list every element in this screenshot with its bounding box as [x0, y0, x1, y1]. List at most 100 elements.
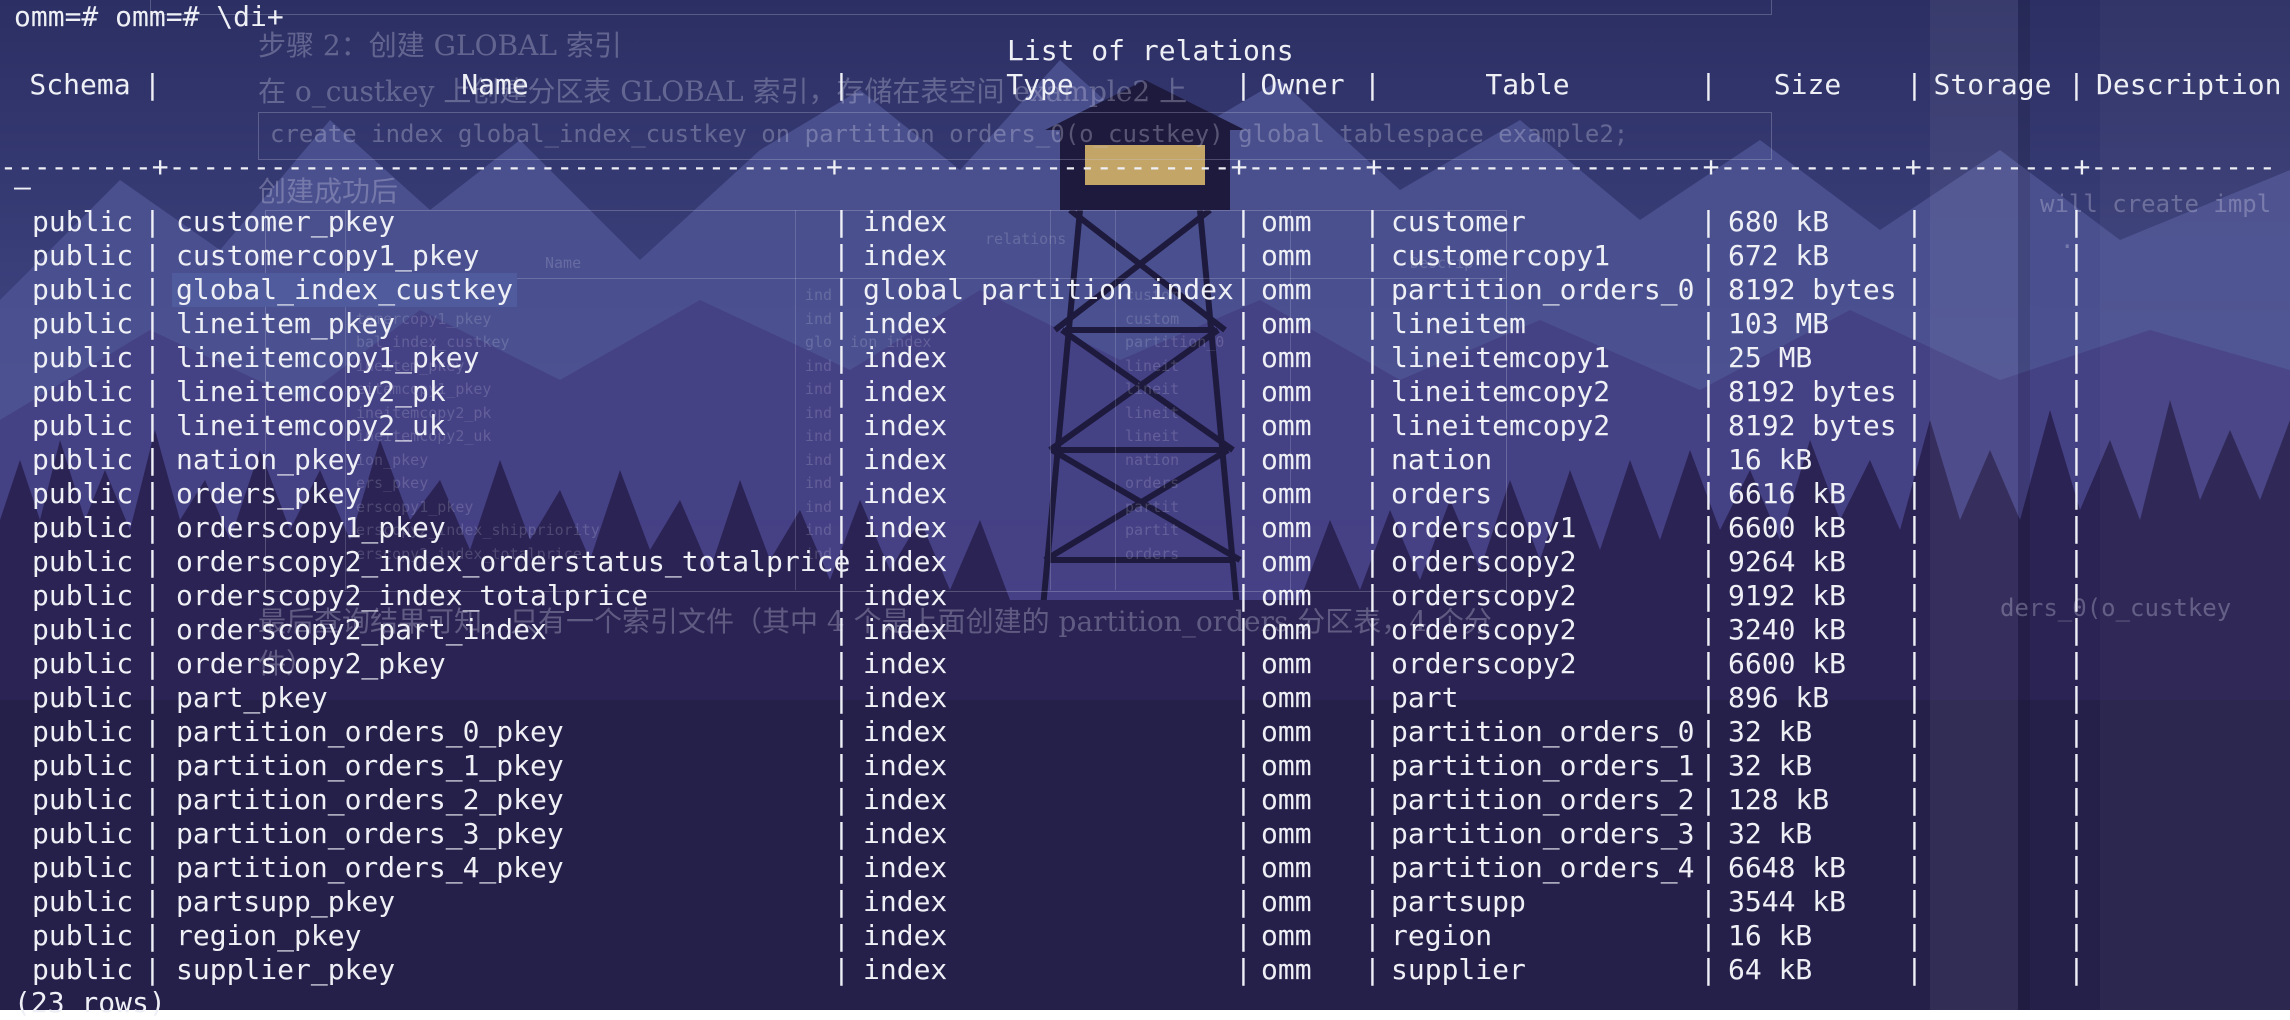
- header-separator: |: [144, 68, 161, 101]
- cell-size: 16 kB: [1728, 443, 1813, 476]
- column-separator: |: [1906, 953, 1923, 986]
- column-separator: |: [144, 205, 161, 238]
- table-row: public orderscopy2_index_orderstatus_tota…: [0, 545, 2290, 579]
- cell-size: 32 kB: [1728, 715, 1813, 748]
- cell-table: supplier: [1391, 953, 1526, 986]
- column-separator: |: [833, 647, 850, 680]
- cell-size: 25 MB: [1728, 341, 1813, 374]
- cell-owner: omm: [1261, 681, 1312, 714]
- cell-type: index: [863, 715, 948, 748]
- column-separator: |: [2068, 885, 2085, 918]
- column-separator: |: [833, 273, 850, 306]
- column-separator: |: [1235, 851, 1252, 884]
- column-separator: |: [2068, 273, 2085, 306]
- column-separator: |: [1906, 851, 1923, 884]
- column-separator: |: [1700, 885, 1717, 918]
- column-separator: |: [1235, 477, 1252, 510]
- column-separator: |: [833, 375, 850, 408]
- cell-name: orderscopy1_pkey: [176, 511, 446, 544]
- column-separator: |: [1906, 239, 1923, 272]
- column-separator: |: [144, 681, 161, 714]
- column-separator: |: [833, 205, 850, 238]
- cell-name: orders_pkey: [176, 477, 362, 510]
- cell-name: supplier_pkey: [176, 953, 396, 986]
- column-separator: |: [833, 715, 850, 748]
- cell-schema: public: [32, 783, 134, 816]
- column-separator: |: [1700, 783, 1717, 816]
- column-separator: |: [2068, 307, 2085, 340]
- cell-name: lineitemcopy2_pk: [176, 375, 446, 408]
- column-separator: |: [1364, 239, 1381, 272]
- header-owner: Owner: [1260, 68, 1345, 101]
- table-row: public partition_orders_4_pkey index omm par…: [0, 851, 2290, 885]
- terminal-window[interactable]: omm=# omm=# \di+ List of relations Schem…: [0, 0, 2290, 1019]
- cell-type: index: [863, 851, 948, 884]
- table-row: public partsupp_pkey index omm partsupp 3544 …: [0, 885, 2290, 919]
- table-row: public lineitemcopy2_uk index omm lineitemco…: [0, 409, 2290, 443]
- cell-type: index: [863, 749, 948, 782]
- column-separator: |: [144, 953, 161, 986]
- cell-owner: omm: [1261, 239, 1312, 272]
- cell-owner: omm: [1261, 749, 1312, 782]
- cell-owner: omm: [1261, 817, 1312, 850]
- column-separator: |: [1700, 443, 1717, 476]
- column-separator: |: [2068, 239, 2085, 272]
- column-separator: |: [2068, 409, 2085, 442]
- column-separator: |: [2068, 647, 2085, 680]
- row-count-line: (23 rows): [0, 986, 2290, 1020]
- cell-type: index: [863, 545, 948, 578]
- column-separator: |: [2068, 477, 2085, 510]
- cell-schema: public: [32, 579, 134, 612]
- column-separator: |: [1906, 545, 1923, 578]
- cell-size: 3544 kB: [1728, 885, 1847, 918]
- table-row: public orderscopy2_part_index index omm orde…: [0, 613, 2290, 647]
- column-separator: |: [2068, 953, 2085, 986]
- cell-schema: public: [32, 409, 134, 442]
- cell-owner: omm: [1261, 375, 1312, 408]
- cell-name: part_pkey: [176, 681, 328, 714]
- column-separator: |: [1906, 409, 1923, 442]
- column-separator: |: [1364, 885, 1381, 918]
- cell-type: index: [863, 511, 948, 544]
- column-separator: |: [833, 817, 850, 850]
- table-row: public partition_orders_1_pkey index omm par…: [0, 749, 2290, 783]
- cell-size: 6616 kB: [1728, 477, 1847, 510]
- cell-schema: public: [32, 885, 134, 918]
- cell-table: partition_orders_0: [1391, 273, 1695, 306]
- cell-owner: omm: [1261, 715, 1312, 748]
- cell-type: global partition index: [863, 273, 1234, 306]
- cell-size: 103 MB: [1728, 307, 1830, 340]
- cell-name: customercopy1_pkey: [176, 239, 480, 272]
- cell-name: partition_orders_3_pkey: [176, 817, 564, 850]
- table-title-line: List of relations: [0, 34, 2290, 68]
- cell-name: global_index_custkey: [172, 273, 518, 307]
- column-separator: |: [1700, 919, 1717, 952]
- cell-schema: public: [32, 205, 134, 238]
- column-separator: |: [2068, 715, 2085, 748]
- table-row: public part_pkey index omm part 896 kB | | | | | | |: [0, 681, 2290, 715]
- table-row: public partition_orders_3_pkey index omm par…: [0, 817, 2290, 851]
- cell-owner: omm: [1261, 409, 1312, 442]
- column-separator: |: [1700, 715, 1717, 748]
- cell-name: orderscopy2_index_totalprice: [176, 579, 649, 612]
- header-table: Table: [1485, 68, 1570, 101]
- column-separator: |: [833, 783, 850, 816]
- cell-size: 9264 kB: [1728, 545, 1847, 578]
- column-separator: |: [1906, 341, 1923, 374]
- column-separator: |: [1906, 443, 1923, 476]
- column-separator: |: [1364, 919, 1381, 952]
- table-title: List of relations: [1007, 34, 1294, 67]
- table-row: public nation_pkey index omm nation 16 kB | | | |…: [0, 443, 2290, 477]
- table-row: public partition_orders_2_pkey index omm par…: [0, 783, 2290, 817]
- cell-owner: omm: [1261, 443, 1312, 476]
- cell-type: index: [863, 953, 948, 986]
- column-separator: |: [833, 477, 850, 510]
- header-separator: |: [1364, 68, 1381, 101]
- table-header-row: Schema | Name | Type | Owner | Table | S…: [0, 68, 2290, 102]
- column-separator: |: [1364, 749, 1381, 782]
- column-separator: |: [144, 477, 161, 510]
- column-separator: |: [833, 409, 850, 442]
- column-separator: |: [1235, 579, 1252, 612]
- cell-name: nation_pkey: [176, 443, 362, 476]
- column-separator: |: [144, 341, 161, 374]
